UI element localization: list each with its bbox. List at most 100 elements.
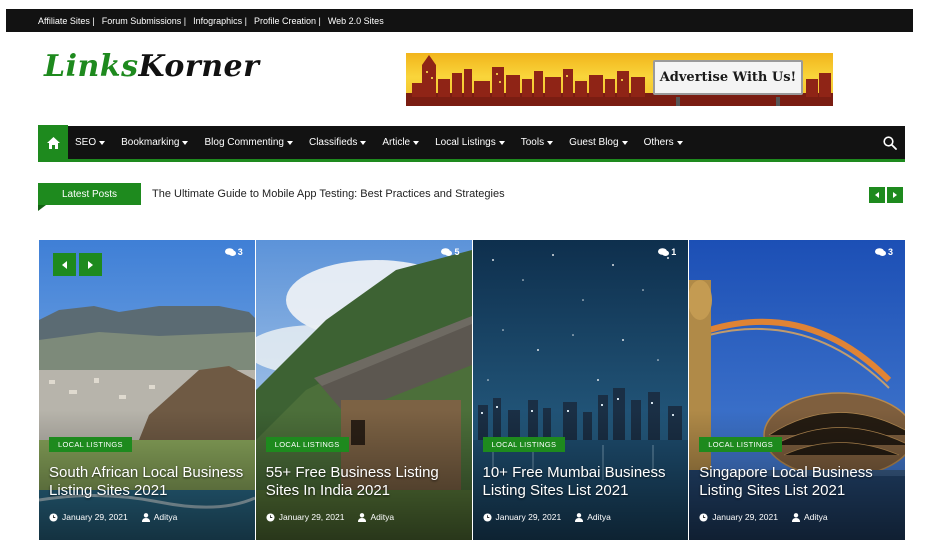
nav-item-tools[interactable]: Tools	[520, 137, 554, 148]
home-icon	[46, 136, 60, 149]
nav-item-classifieds[interactable]: Classifieds	[308, 137, 367, 148]
user-icon	[791, 512, 800, 522]
nav-item-label: Article	[382, 137, 411, 148]
comment-count[interactable]: 1	[658, 247, 676, 257]
nav-item-label: Guest Blog	[569, 137, 619, 148]
advertise-text: Advertise With Us!	[659, 70, 797, 85]
caret-down-icon	[286, 140, 293, 145]
nav-item-bookmarking[interactable]: Bookmarking	[121, 137, 189, 148]
nav-item-article[interactable]: Article	[382, 137, 420, 148]
site-logo[interactable]: LinksKorner	[44, 49, 259, 84]
caret-down-icon	[621, 140, 628, 145]
card-title[interactable]: 55+ Free Business Listing Sites In India…	[266, 464, 466, 500]
card-title[interactable]: Singapore Local Business Listing Sites L…	[699, 464, 899, 500]
comments-icon	[441, 247, 453, 256]
latest-posts-label-text: Latest Posts	[61, 188, 118, 200]
comment-count-value: 5	[454, 247, 460, 257]
clock-icon	[482, 512, 492, 522]
top-bar: Affiliate Sites | Forum Submissions | In…	[6, 9, 913, 32]
user-icon	[575, 512, 584, 522]
advertise-banner[interactable]: Advertise With Us!	[406, 53, 833, 106]
featured-card[interactable]: 5 LOCAL LISTINGS 55+ Free Business Listi…	[255, 240, 472, 540]
ticker-prev-button[interactable]	[869, 187, 885, 203]
topbar-link-infographics[interactable]: Infographics |	[193, 16, 247, 26]
user-icon	[141, 512, 150, 522]
slider-next-button[interactable]	[79, 253, 102, 276]
featured-card[interactable]: 3 LOCAL LISTINGS Singapore Local Busines…	[689, 240, 905, 540]
comment-count[interactable]: 5	[441, 247, 460, 257]
chevron-right-icon	[893, 192, 897, 198]
nav-item-label: Others	[643, 137, 674, 148]
caret-down-icon	[99, 140, 106, 145]
featured-card[interactable]: 1 LOCAL LISTINGS 10+ Free Mumbai Busines…	[472, 240, 689, 540]
comments-icon	[658, 247, 670, 256]
comments-icon	[874, 247, 886, 256]
caret-down-icon	[547, 140, 554, 145]
post-date: January 29, 2021	[495, 512, 562, 522]
nav-item-label: Bookmarking	[121, 137, 180, 148]
post-author[interactable]: Aditya	[587, 512, 611, 522]
caret-down-icon	[676, 140, 683, 145]
post-date: January 29, 2021	[62, 512, 128, 522]
card-meta: January 29, 2021 Aditya	[266, 512, 394, 522]
advertise-billboard: Advertise With Us!	[653, 60, 803, 95]
post-author[interactable]: Aditya	[804, 512, 828, 522]
caret-down-icon	[182, 140, 189, 145]
nav-item-label: Tools	[520, 137, 545, 148]
nav-item-seo[interactable]: SEO	[75, 137, 106, 148]
comment-count[interactable]: 3	[224, 247, 243, 257]
nav-item-label: SEO	[75, 137, 97, 148]
clock-icon	[49, 512, 58, 522]
latest-posts-label: Latest Posts	[38, 183, 141, 211]
ticker-post-link[interactable]: The Ultimate Guide to Mobile App Testing…	[152, 188, 505, 200]
comments-icon	[224, 247, 236, 256]
topbar-link-profile-creation[interactable]: Profile Creation |	[254, 16, 321, 26]
category-tag[interactable]: LOCAL LISTINGS	[482, 437, 566, 452]
category-tag[interactable]: LOCAL LISTINGS	[265, 437, 349, 452]
post-date: January 29, 2021	[712, 512, 778, 522]
card-meta: January 29, 2021 Aditya	[699, 512, 828, 522]
card-title[interactable]: 10+ Free Mumbai Business Listing Sites L…	[483, 464, 683, 500]
nav-item-label: Classifieds	[308, 137, 358, 148]
nav-item-guest-blog[interactable]: Guest Blog	[569, 137, 628, 148]
comment-count-value: 1	[671, 247, 677, 257]
chevron-left-icon	[875, 192, 879, 198]
post-date: January 29, 2021	[278, 512, 345, 522]
chevron-right-icon	[88, 260, 93, 269]
comment-count-value: 3	[237, 247, 243, 257]
clock-icon	[699, 512, 708, 522]
card-meta: January 29, 2021 Aditya	[482, 512, 611, 522]
nav-item-others[interactable]: Others	[644, 137, 683, 148]
card-title[interactable]: South African Local Business Listing Sit…	[49, 464, 249, 500]
post-author[interactable]: Aditya	[154, 512, 178, 522]
category-tag[interactable]: LOCAL LISTINGS	[699, 437, 783, 452]
caret-down-icon	[413, 140, 420, 145]
nav-item-label: Local Listings	[435, 137, 496, 148]
ticker-next-button[interactable]	[887, 187, 903, 203]
clock-icon	[266, 512, 275, 522]
featured-card[interactable]: 3 LOCAL LISTINGS South African Local Bus…	[39, 240, 255, 540]
topbar-link-web20-sites[interactable]: Web 2.0 Sites	[328, 16, 384, 26]
search-icon	[883, 136, 897, 150]
logo-part-links: Links	[44, 49, 139, 84]
post-author[interactable]: Aditya	[370, 512, 394, 522]
logo-part-korner: Korner	[138, 49, 260, 84]
chevron-left-icon	[62, 260, 67, 269]
topbar-link-affiliate-sites[interactable]: Affiliate Sites |	[38, 16, 95, 26]
caret-down-icon	[360, 140, 367, 145]
nav-item-local-listings[interactable]: Local Listings	[435, 137, 505, 148]
search-button[interactable]	[883, 136, 897, 155]
comment-count[interactable]: 3	[874, 247, 893, 257]
nav-item-label: Blog Commenting	[204, 137, 284, 148]
featured-slider: 3 LOCAL LISTINGS South African Local Bus…	[39, 240, 905, 540]
home-button[interactable]	[38, 124, 68, 161]
card-meta: January 29, 2021 Aditya	[49, 512, 177, 522]
nav-item-blog-commenting[interactable]: Blog Commenting	[204, 137, 293, 148]
user-icon	[358, 512, 367, 522]
caret-down-icon	[498, 140, 505, 145]
main-nav: SEO Bookmarking Blog Commenting Classifi…	[38, 124, 905, 162]
topbar-link-forum-submissions[interactable]: Forum Submissions |	[102, 16, 186, 26]
comment-count-value: 3	[887, 247, 893, 257]
slider-prev-button[interactable]	[53, 253, 76, 276]
category-tag[interactable]: LOCAL LISTINGS	[49, 437, 132, 452]
